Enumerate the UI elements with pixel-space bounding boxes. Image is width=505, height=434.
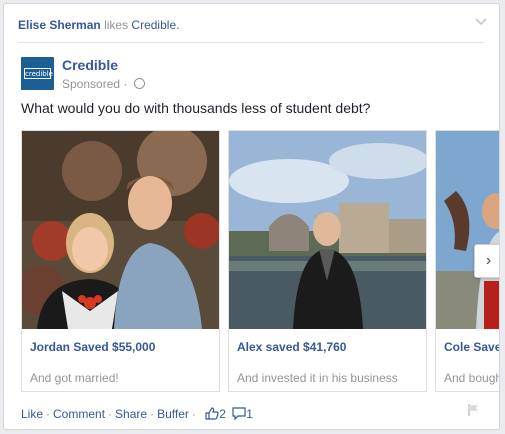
logo-text: credible xyxy=(24,68,53,79)
globe-icon xyxy=(133,78,145,89)
target-link[interactable]: Credible. xyxy=(131,18,179,32)
carousel: Jordan Saved $55,000 And got married! Al… xyxy=(21,130,499,392)
divider xyxy=(18,42,485,43)
comment-link[interactable]: Comment xyxy=(53,407,105,421)
chevron-down-icon[interactable] xyxy=(473,14,489,30)
carousel-desc: And got married! xyxy=(30,371,119,385)
carousel-title[interactable]: Alex saved $41,760 xyxy=(237,340,346,354)
carousel-desc: And bought xyxy=(444,371,499,385)
comments-count[interactable]: 1 xyxy=(246,407,253,421)
story-action: likes xyxy=(104,18,129,32)
page-logo[interactable]: credible xyxy=(21,57,54,90)
thumbs-up-icon[interactable] xyxy=(205,407,219,423)
sponsored-label: Sponsored · xyxy=(62,77,145,91)
like-link[interactable]: Like xyxy=(21,407,43,421)
carousel-next-button[interactable]: › xyxy=(474,244,499,278)
actor-link[interactable]: Elise Sherman xyxy=(18,18,101,32)
carousel-title[interactable]: Jordan Saved $55,000 xyxy=(30,340,155,354)
feed-card: Elise Sherman likes Credible. credible C… xyxy=(3,3,500,430)
share-link[interactable]: Share xyxy=(115,407,147,421)
carousel-title[interactable]: Cole Saved xyxy=(444,340,499,354)
chevron-right-icon: › xyxy=(485,252,492,269)
flag-icon[interactable] xyxy=(467,403,481,417)
carousel-item[interactable]: Jordan Saved $55,000 And got married! xyxy=(21,130,220,392)
carousel-desc: And invested it in his business xyxy=(237,371,398,385)
carousel-photo xyxy=(22,131,219,329)
story-header: Elise Sherman likes Credible. xyxy=(18,18,485,32)
page-name[interactable]: Credible xyxy=(62,57,118,73)
carousel-item[interactable]: Alex saved $41,760 And invested it in hi… xyxy=(228,130,427,392)
likes-count[interactable]: 2 xyxy=(219,407,226,421)
comment-icon[interactable] xyxy=(232,407,246,423)
buffer-link[interactable]: Buffer xyxy=(157,407,189,421)
carousel-photo xyxy=(436,131,499,329)
post-text: What would you do with thousands less of… xyxy=(21,100,371,116)
carousel-photo xyxy=(229,131,426,329)
action-bar: Like · Comment · Share · Buffer · 2 1 xyxy=(21,407,253,423)
